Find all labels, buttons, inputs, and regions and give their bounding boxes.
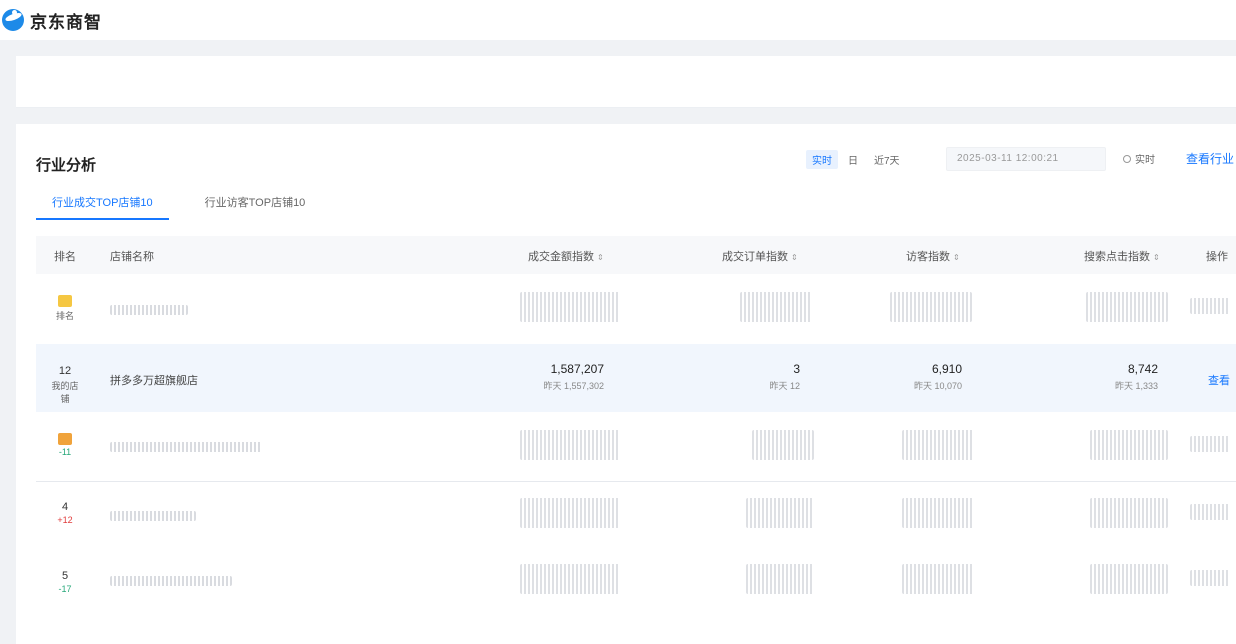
search-redacted <box>1086 292 1168 322</box>
table-row: 4 +12 <box>36 484 1236 552</box>
rank-number: 12 <box>58 365 72 377</box>
rank-cell: 5 -17 <box>50 570 80 594</box>
header-visitors-label: 访客指数 <box>906 251 950 263</box>
header-shop-name: 店铺名称 <box>110 251 154 263</box>
sort-icon[interactable]: ⇕ <box>953 253 960 262</box>
rank-cell: 12 我的店铺 <box>50 365 80 405</box>
tab-top-visitor-shops[interactable]: 行业访客TOP店铺10 <box>189 190 322 220</box>
logo-text[interactable]: 京东商智 <box>30 8 102 33</box>
realtime-toggle[interactable]: 实时 <box>1123 151 1155 166</box>
rank-change: +12 <box>57 515 73 525</box>
segment-realtime[interactable]: 实时 <box>806 149 838 169</box>
table-row: 5 -17 <box>36 552 1236 622</box>
orders-yesterday: 昨天 12 <box>769 381 800 391</box>
view-industry-link[interactable]: 查看行业 <box>1186 150 1234 167</box>
rank-cell: 排名 <box>50 295 80 322</box>
shop-name[interactable]: 拼多多万超旗舰店 <box>110 372 198 388</box>
header-orders-index[interactable]: 成交订单指数 ⇕ <box>722 248 798 264</box>
period-segmented-control: 实时 日 近7天 <box>806 146 906 172</box>
sort-icon[interactable]: ⇕ <box>597 253 604 262</box>
table-row: 排名 <box>36 276 1236 344</box>
table-header: 排名 店铺名称 成交金额指数 ⇕ 成交订单指数 ⇕ 访客指数 ⇕ 搜索点击指数 ⇕ 操作 <box>36 236 1236 274</box>
header-action: 操作 <box>1206 251 1228 263</box>
orders-redacted <box>746 498 814 528</box>
search-redacted <box>1090 430 1168 460</box>
amount-redacted <box>520 498 620 528</box>
radio-icon[interactable] <box>1123 154 1131 163</box>
tab-bar: 行业成交TOP店铺10 行业访客TOP店铺10 <box>36 190 321 220</box>
shop-name-redacted <box>110 576 232 586</box>
rank-cell: -11 <box>50 433 80 457</box>
sort-icon[interactable]: ⇕ <box>791 253 798 262</box>
header-search-label: 搜索点击指数 <box>1084 251 1150 263</box>
header-orders-label: 成交订单指数 <box>722 251 788 263</box>
view-shop-link[interactable]: 查看 <box>1208 372 1230 388</box>
realtime-label: 实时 <box>1135 155 1155 166</box>
amount-yesterday: 昨天 1,557,302 <box>543 381 604 391</box>
sort-icon[interactable]: ⇕ <box>1153 253 1160 262</box>
visitors-yesterday: 昨天 10,070 <box>913 381 962 391</box>
rank-change: 我的店铺 <box>51 381 79 404</box>
search-yesterday: 昨天 1,333 <box>1114 381 1158 391</box>
orders-value: 3 <box>793 362 800 376</box>
amount-redacted <box>520 564 620 594</box>
shop-name-redacted <box>110 511 196 521</box>
visitors-redacted <box>902 498 974 528</box>
visitors-value: 6,910 <box>931 362 962 376</box>
visitors-redacted <box>902 430 974 460</box>
header-visitors-index[interactable]: 访客指数 ⇕ <box>906 248 960 264</box>
rank-cell: 4 +12 <box>50 501 80 525</box>
action-redacted <box>1190 504 1230 520</box>
table-row: -11 <box>36 412 1236 482</box>
orders-cell: 3 昨天 12 <box>769 362 800 392</box>
rank-change: -11 <box>58 447 72 457</box>
bronze-medal-icon <box>58 433 72 445</box>
header-amount-label: 成交金额指数 <box>528 251 594 263</box>
segment-day[interactable]: 日 <box>842 150 864 169</box>
shop-name-redacted <box>110 442 262 452</box>
shop-name-redacted <box>110 305 188 315</box>
gold-medal-icon <box>58 295 72 307</box>
upper-panel <box>16 56 1236 108</box>
action-redacted <box>1190 298 1230 314</box>
rank-change: -17 <box>58 584 72 594</box>
orders-redacted <box>752 430 814 460</box>
visitors-redacted <box>902 564 974 594</box>
search-redacted <box>1090 498 1168 528</box>
panel-title: 行业分析 <box>36 157 97 174</box>
logo-icon[interactable] <box>2 9 24 31</box>
amount-value: 1,587,207 <box>550 362 604 376</box>
rank-change: 排名 <box>55 311 74 321</box>
tab-top-sales-shops[interactable]: 行业成交TOP店铺10 <box>36 190 169 220</box>
header-search-index[interactable]: 搜索点击指数 ⇕ <box>1084 248 1160 264</box>
rank-number: 5 <box>61 570 69 582</box>
action-redacted <box>1190 570 1230 586</box>
orders-redacted <box>746 564 814 594</box>
top-navigation-bar: 京东商智 <box>0 0 1236 40</box>
amount-redacted <box>520 430 620 460</box>
action-redacted <box>1190 436 1230 452</box>
header-rank: 排名 <box>54 251 76 263</box>
table-row-my-shop: 12 我的店铺 拼多多万超旗舰店 1,587,207 昨天 1,557,302 … <box>36 344 1236 412</box>
amount-cell: 1,587,207 昨天 1,557,302 <box>543 362 604 392</box>
search-cell: 8,742 昨天 1,333 <box>1115 362 1158 392</box>
search-redacted <box>1090 564 1168 594</box>
rank-number: 4 <box>61 501 69 513</box>
visitors-cell: 6,910 昨天 10,070 <box>914 362 962 392</box>
header-amount-index[interactable]: 成交金额指数 ⇕ <box>528 248 604 264</box>
visitors-redacted <box>890 292 972 322</box>
search-value: 8,742 <box>1127 362 1158 376</box>
segment-7days[interactable]: 近7天 <box>868 150 906 169</box>
orders-redacted <box>740 292 812 322</box>
date-picker[interactable]: 2025-03-11 12:00:21 <box>946 147 1106 171</box>
amount-redacted <box>520 292 620 322</box>
